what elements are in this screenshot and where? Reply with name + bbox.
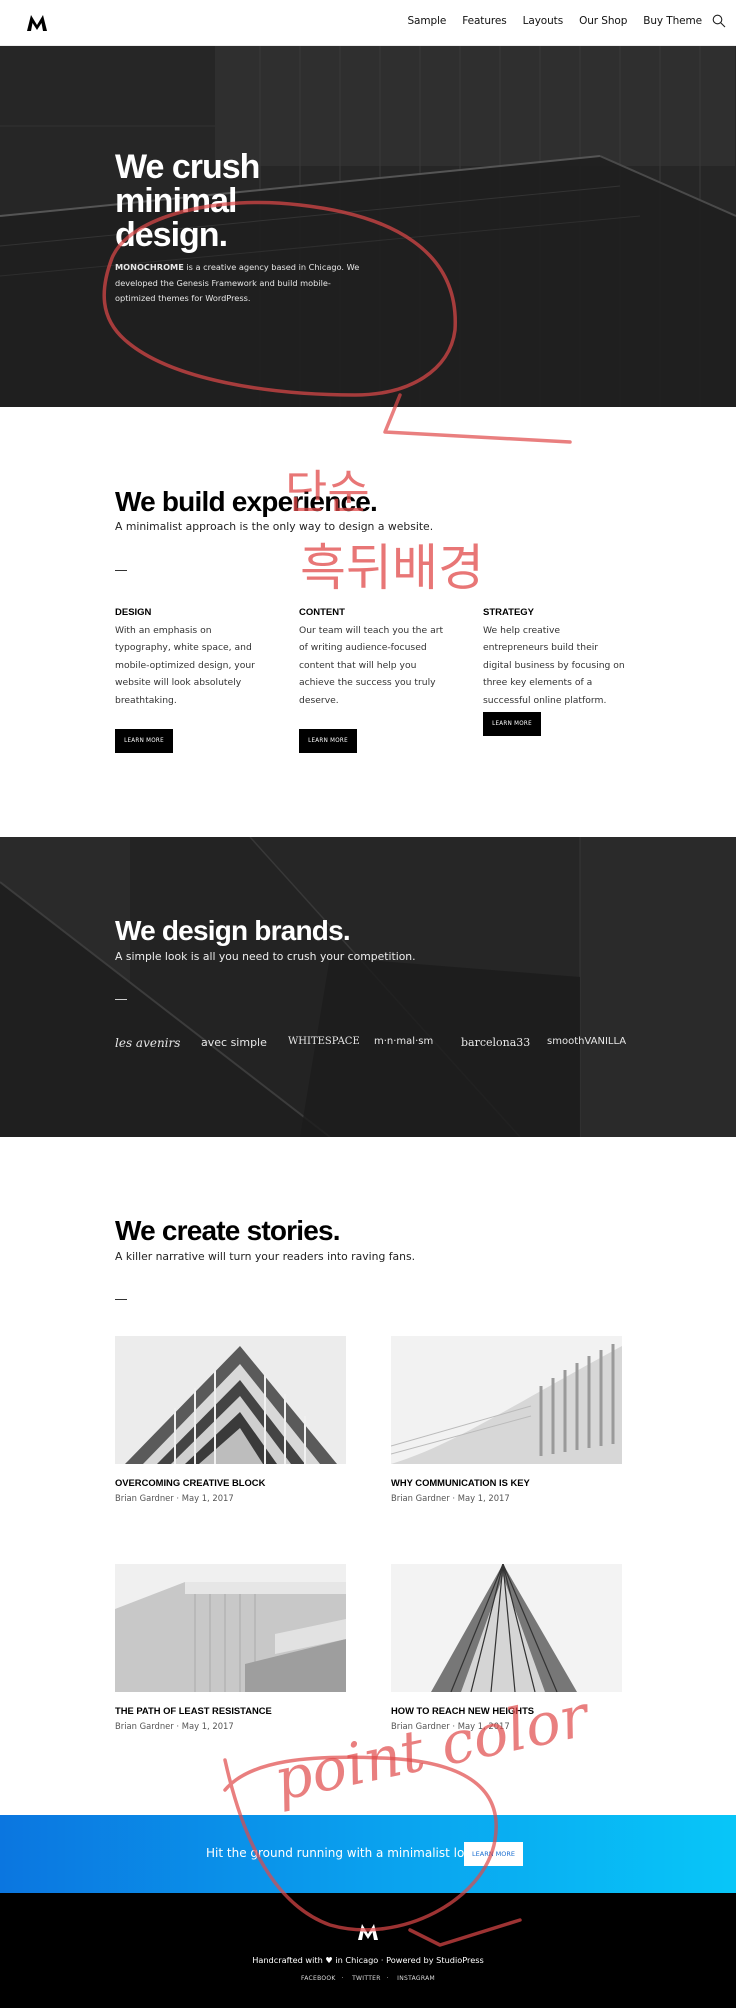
post-title[interactable]: HOW TO REACH NEW HEIGHTS — [391, 1705, 534, 1716]
footer-link-facebook[interactable]: FACEBOOK — [301, 1975, 336, 1982]
strategy-learn-more-button[interactable]: LEARN MORE — [483, 712, 541, 736]
site-header: Sample Features Layouts Our Shop Buy The… — [0, 0, 736, 46]
design-text: With an emphasis on typography, white sp… — [115, 625, 255, 706]
site-footer: Handcrafted with ♥ in Chicago · Powered … — [0, 1893, 736, 2008]
content-learn-more-button[interactable]: LEARN MORE — [299, 729, 357, 753]
search-icon[interactable] — [712, 14, 726, 28]
post-meta: Brian Gardner · May 1, 2017 — [115, 1721, 234, 1731]
stories-subtitle: A killer narrative will turn your reader… — [115, 1250, 416, 1263]
hero-description: MONOCHROME is a creative agency based in… — [115, 260, 360, 307]
hero-section: We crush minimal design. MONOCHROME is a… — [0, 46, 736, 407]
brand-logo-whitespace: WHITESPACE — [288, 1036, 360, 1047]
stories-title: We create stories. — [115, 1215, 341, 1246]
footer-logo-icon[interactable] — [357, 1923, 379, 1941]
post-title[interactable]: THE PATH OF LEAST RESISTANCE — [115, 1705, 272, 1716]
design-learn-more-button[interactable]: LEARN MORE — [115, 729, 173, 753]
divider — [115, 999, 127, 1000]
post-thumbnail[interactable] — [115, 1564, 346, 1692]
hero-title-line: We crush — [115, 148, 260, 186]
brand-logo-smoothvanilla: smoothVANILLA — [547, 1036, 627, 1047]
annotation-text: 흑뒤배경 — [300, 539, 484, 597]
nav-layouts[interactable]: Layouts — [523, 15, 564, 27]
post-thumbnail[interactable] — [391, 1564, 622, 1692]
experience-subtitle: A minimalist approach is the only way to… — [115, 520, 434, 533]
nav-buy-theme[interactable]: Buy Theme — [643, 15, 702, 27]
strategy-heading: STRATEGY — [483, 607, 535, 618]
brand-logo-les-avenirs: les avenirs — [115, 1036, 181, 1050]
content-heading: CONTENT — [299, 607, 345, 618]
cta-learn-more-button[interactable]: LEARN MORE — [464, 1842, 523, 1866]
footer-credit: Handcrafted with ♥ in Chicago · Powered … — [252, 1955, 484, 1965]
brand-logo-barcelona33: barcelona33 — [461, 1036, 531, 1049]
post-image-skyscraper — [391, 1564, 622, 1692]
post-meta: Brian Gardner · May 1, 2017 — [391, 1721, 510, 1731]
post-thumbnail[interactable] — [391, 1336, 622, 1464]
monochrome-logo-icon[interactable] — [26, 14, 48, 32]
annotation-text: point color — [268, 1681, 597, 1814]
hero-title: We crush minimal design. — [115, 150, 375, 252]
nav-our-shop[interactable]: Our Shop — [579, 15, 627, 27]
post-image-concrete-building — [115, 1564, 346, 1692]
divider — [115, 1299, 127, 1300]
brand-logo-minimalism: m·n·mal·sm — [374, 1036, 434, 1047]
hero-title-line: minimal — [115, 182, 237, 220]
post-meta: Brian Gardner · May 1, 2017 — [115, 1493, 234, 1503]
design-heading: DESIGN — [115, 607, 152, 618]
nav-features[interactable]: Features — [462, 15, 506, 27]
brands-subtitle: A simple look is all you need to crush y… — [115, 950, 416, 963]
divider — [115, 570, 127, 571]
hero-brand-name: MONOCHROME — [115, 262, 184, 272]
post-title[interactable]: OVERCOMING CREATIVE BLOCK — [115, 1477, 265, 1488]
experience-title: We build experience. — [115, 486, 378, 517]
main-nav: Sample Features Layouts Our Shop Buy The… — [391, 15, 702, 27]
cta-text: Hit the ground running with a minimalist… — [206, 1846, 483, 1860]
post-image-pyramid-building — [115, 1336, 346, 1464]
brand-logo-avec-simple: avec simple — [201, 1036, 267, 1049]
strategy-text: We help creative entrepreneurs build the… — [483, 625, 625, 706]
hero-title-line: design. — [115, 216, 228, 254]
post-title[interactable]: WHY COMMUNICATION IS KEY — [391, 1477, 530, 1488]
footer-link-instagram[interactable]: INSTAGRAM — [397, 1975, 435, 1982]
nav-sample[interactable]: Sample — [407, 15, 446, 27]
footer-link-twitter[interactable]: TWITTER — [352, 1975, 381, 1982]
post-image-curved-facade — [391, 1336, 622, 1464]
brands-background-image — [0, 837, 736, 1137]
brands-title: We design brands. — [115, 915, 351, 946]
post-meta: Brian Gardner · May 1, 2017 — [391, 1493, 510, 1503]
cta-banner: Hit the ground running with a minimalist… — [0, 1815, 736, 1893]
brands-section: We design brands. A simple look is all y… — [0, 837, 736, 1137]
footer-social-links: FACEBOOK · TWITTER · INSTAGRAM — [301, 1975, 435, 1982]
content-text: Our team will teach you the art of writi… — [299, 625, 444, 706]
post-thumbnail[interactable] — [115, 1336, 346, 1464]
